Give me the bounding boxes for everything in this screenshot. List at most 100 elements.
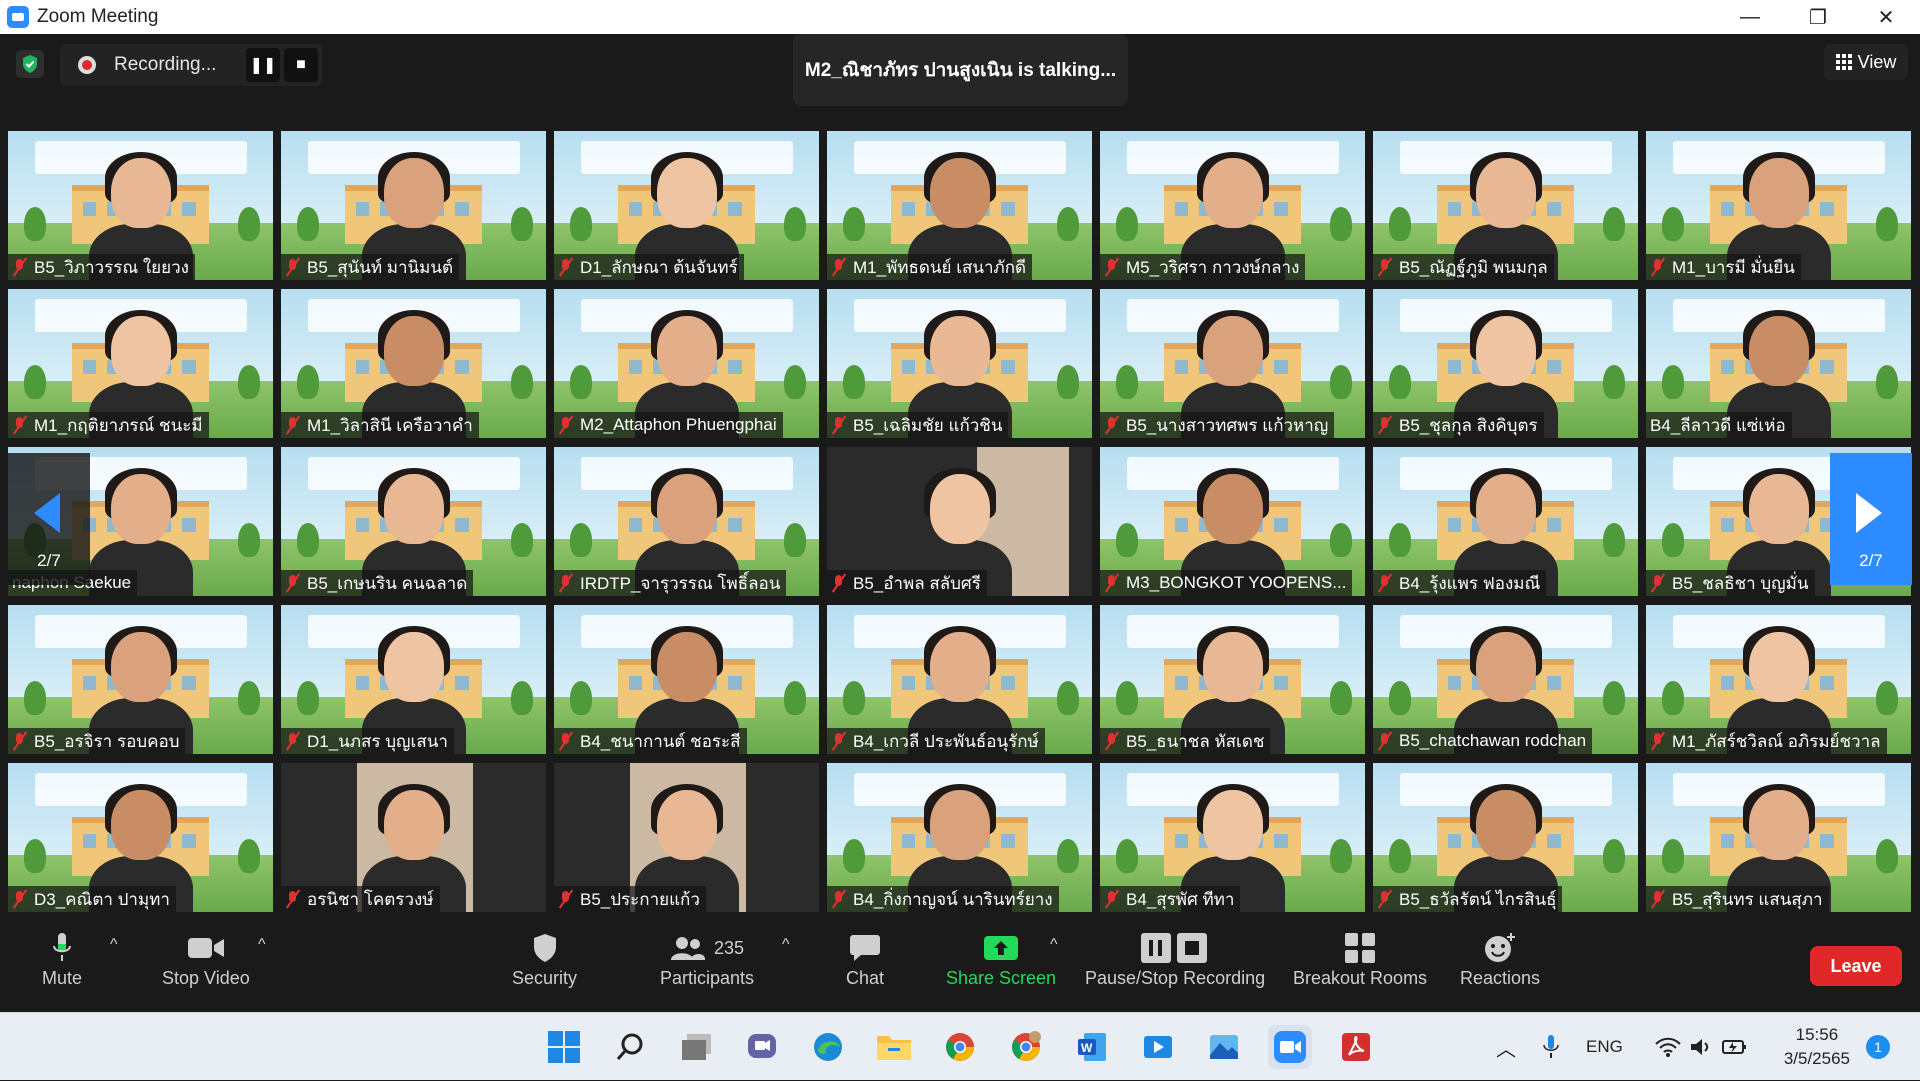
participant-tile[interactable]: B5_วิภาวรรณ ใยยวง [8,131,273,280]
muted-microphone-icon [558,574,574,592]
participant-tile[interactable]: M3_BONGKOT YOOPENS... [1100,447,1365,596]
next-page-button[interactable]: 2/7 [1830,453,1912,585]
participant-tile[interactable]: B5_เฉลิมชัย แก้วชิน [827,289,1092,438]
view-button[interactable]: View [1824,44,1908,80]
breakout-rooms-button[interactable]: Breakout Rooms [1293,928,1427,989]
show-hidden-icons-chevron-icon[interactable]: ︿ [1496,1033,1516,1062]
notification-badge[interactable]: 1 [1866,1035,1890,1059]
participant-tile[interactable]: B4_เกวลี ประพันธ์อนุรักษ์ [827,605,1092,754]
acrobat-icon[interactable] [1334,1025,1378,1069]
participant-tile[interactable]: B5_สุรินทร แสนสุภา [1646,763,1911,912]
video-options-caret[interactable]: ^ [258,936,266,954]
reactions-smiley-icon [1483,928,1517,968]
muted-microphone-icon [1104,258,1120,276]
maximize-button[interactable]: ❐ [1784,0,1852,34]
participant-tile[interactable]: อรนิชา โคตรวงษ์ [281,763,546,912]
participant-tile[interactable]: D3_คณิตา ปามุทา [8,763,273,912]
language-indicator[interactable]: ENG [1586,1037,1623,1057]
stop-recording-button[interactable]: ■ [284,48,318,82]
share-options-caret[interactable]: ^ [1050,936,1058,954]
pause-recording-button[interactable]: ❚❚ [246,48,280,82]
participant-tile[interactable]: B5_เกษนริน คนฉลาด [281,447,546,596]
participant-tile[interactable]: B5_อำพล สลับศรี [827,447,1092,596]
mute-button[interactable]: Mute [42,928,82,989]
participant-tile[interactable]: B4_ชนากานต์ ชอระสี [554,605,819,754]
previous-page-button[interactable]: 2/7 [8,453,90,585]
media-player-icon[interactable] [1136,1025,1180,1069]
share-screen-button[interactable]: Share Screen [946,928,1056,989]
participant-tile[interactable]: D1_นภสร บุญเสนา [281,605,546,754]
word-icon[interactable]: W [1070,1025,1114,1069]
edge-icon[interactable] [806,1025,850,1069]
participant-tile[interactable]: B4_รุ้งแพร ฟองมณี [1373,447,1638,596]
chrome-profile-icon[interactable] [1004,1025,1048,1069]
participant-tile[interactable]: B5_ชุลกุล สิงคิบุตร [1373,289,1638,438]
wifi-icon[interactable] [1655,1037,1681,1057]
participant-tile[interactable]: B5_ธนาชล หัสเดช [1100,605,1365,754]
muted-microphone-icon [1650,890,1666,908]
volume-icon[interactable] [1689,1037,1713,1057]
participant-name-tag: D3_คณิตา ปามุทา [8,886,176,912]
participant-tile[interactable]: M1_ภัสร์ชวิลณ์ อภิรมย์ชวาล [1646,605,1911,754]
minimize-button[interactable]: — [1716,0,1784,34]
participant-tile[interactable]: D1_ลักษณา ต้นจันทร์ [554,131,819,280]
muted-microphone-icon [1650,574,1666,592]
participant-tile[interactable]: M1_พัทธดนย์ เสนาภักดี [827,131,1092,280]
zoom-icon[interactable] [1268,1025,1312,1069]
muted-microphone-icon [831,890,847,908]
chat-button[interactable]: Chat [846,928,884,989]
audio-options-caret[interactable]: ^ [110,936,118,954]
security-button[interactable]: Security [512,928,577,989]
participant-tile[interactable]: B5_นางสาวทศพร แก้วหาญ [1100,289,1365,438]
encryption-shield-icon[interactable] [16,50,44,78]
chrome-icon[interactable] [938,1025,982,1069]
participants-button[interactable]: 235 Participants [660,928,754,989]
windows-start-icon[interactable] [542,1025,586,1069]
close-button[interactable]: ✕ [1852,0,1920,34]
muted-microphone-icon [1377,890,1393,908]
reactions-button[interactable]: Reactions [1460,928,1540,989]
muted-microphone-icon [558,416,574,434]
stop-video-button[interactable]: Stop Video [162,928,250,989]
participant-tile[interactable]: IRDTP_จารุวรรณ โพธิ์ลอน [554,447,819,596]
security-label: Security [512,968,578,988]
task-view-icon[interactable] [675,1025,719,1069]
windows-taskbar: W ︿ ENG 15:56 3/5/2565 1 [0,1012,1920,1080]
participant-tile[interactable]: B5_ประกายแก้ว [554,763,819,912]
tray-microphone-icon[interactable] [1542,1034,1560,1060]
participant-tile[interactable]: M5_วริศรา กาวงษ์กลาง [1100,131,1365,280]
meeting-controls: Mute ^ Stop Video ^ Security 235 Partici… [0,918,1920,1012]
participant-tile[interactable]: B5_ณัฏฐ์ภูมิ พนมกุล [1373,131,1638,280]
taskbar-clock[interactable]: 15:56 3/5/2565 [1784,1023,1850,1071]
teams-chat-icon[interactable] [740,1025,784,1069]
participant-tile[interactable]: B5_อรจิรา รอบคอบ [8,605,273,754]
participant-tile[interactable]: M2_Attaphon Phuengphai [554,289,819,438]
participant-tile[interactable]: B5_chatchawan rodchan [1373,605,1638,754]
muted-microphone-icon [1104,574,1120,592]
participant-name-tag: M1_กฤติยาภรณ์ ชนะมี [8,412,209,438]
microphone-icon [51,928,73,968]
participant-name-tag: M2_Attaphon Phuengphai [554,412,783,438]
participant-tile[interactable]: B5_ธวัลรัตน์ ไกรสินธุ์ [1373,763,1638,912]
muted-microphone-icon [285,574,301,592]
participant-tile[interactable]: M1_บารมี มั่นยืน [1646,131,1911,280]
participant-tile[interactable]: B5_สุนันท์ มานิมนต์ [281,131,546,280]
participants-options-caret[interactable]: ^ [782,936,790,954]
participant-tile[interactable]: M1_วิลาสินี เครือวาคำ [281,289,546,438]
photos-icon[interactable] [1202,1025,1246,1069]
participant-tile[interactable]: M1_กฤติยาภรณ์ ชนะมี [8,289,273,438]
participant-name-tag: IRDTP_จารุวรรณ โพธิ์ลอน [554,570,787,596]
participant-name: M5_วริศรา กาวงษ์กลาง [1126,257,1300,277]
search-icon[interactable] [608,1025,652,1069]
participant-tile[interactable]: B4_สุรพัศ ทีทา [1100,763,1365,912]
participant-name-tag: D1_นภสร บุญเสนา [281,728,454,754]
file-explorer-icon[interactable] [872,1025,916,1069]
muted-microphone-icon [285,732,301,750]
participant-tile[interactable]: B4_กิ่งกาญจน์ นารินทร์ยาง [827,763,1092,912]
pause-stop-recording-button[interactable]: Pause/Stop Recording [1085,928,1265,989]
participant-name-tag: M1_ภัสร์ชวิลณ์ อภิรมย์ชวาล [1646,728,1887,754]
participant-tile[interactable]: B4_ลีลาวดี แซ่เห่อ [1646,289,1911,438]
leave-button[interactable]: Leave [1810,946,1902,986]
muted-microphone-icon [12,732,28,750]
battery-icon[interactable] [1721,1037,1749,1057]
